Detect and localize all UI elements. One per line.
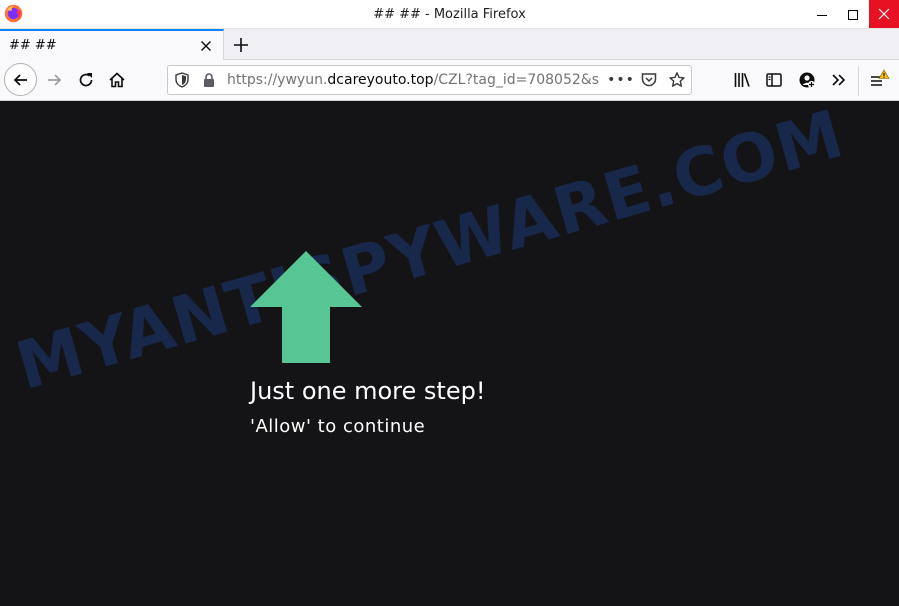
reload-button[interactable] bbox=[70, 64, 102, 96]
window-title: ## ## - Mozilla Firefox bbox=[373, 7, 526, 22]
toolbar-separator bbox=[858, 66, 859, 96]
lock-icon[interactable] bbox=[201, 72, 217, 88]
new-tab-button[interactable] bbox=[228, 32, 254, 58]
title-bar: ## ## - Mozilla Firefox bbox=[0, 0, 899, 29]
shield-icon[interactable] bbox=[174, 72, 190, 88]
overflow-button[interactable] bbox=[828, 69, 850, 91]
url-prefix: https://ywyun. bbox=[227, 72, 328, 88]
home-icon bbox=[109, 72, 125, 88]
nav-bar: https://ywyun.dcareyouto.top/CZL?tag_id=… bbox=[0, 60, 899, 101]
tab-active[interactable]: ## ## bbox=[0, 29, 224, 60]
page-content: MYANTISPYWARE.COM Just one more step! 'A… bbox=[0, 101, 899, 606]
url-text[interactable]: https://ywyun.dcareyouto.top/CZL?tag_id=… bbox=[227, 72, 607, 88]
sidebar-button[interactable] bbox=[763, 69, 785, 91]
up-arrow-icon bbox=[250, 251, 362, 363]
tab-close-icon bbox=[201, 41, 211, 51]
maximize-icon bbox=[848, 9, 858, 20]
headline: Just one more step! bbox=[250, 377, 486, 405]
reload-icon bbox=[79, 73, 93, 87]
library-button[interactable] bbox=[731, 69, 753, 91]
back-button[interactable] bbox=[4, 63, 37, 96]
sidebar-icon bbox=[766, 73, 782, 87]
new-tab-icon bbox=[234, 38, 248, 52]
forward-button[interactable] bbox=[38, 64, 70, 96]
close-window-button[interactable] bbox=[869, 0, 899, 28]
watermark-text: MYANTISPYWARE.COM bbox=[8, 101, 852, 406]
forward-icon bbox=[48, 74, 62, 86]
back-icon bbox=[13, 73, 27, 86]
pocket-icon[interactable] bbox=[640, 71, 658, 89]
minimize-icon bbox=[817, 14, 827, 16]
page-actions-button[interactable]: ••• bbox=[607, 70, 634, 90]
close-icon bbox=[878, 8, 890, 20]
account-icon bbox=[799, 72, 816, 89]
tab-strip: ## ## bbox=[0, 29, 899, 60]
url-bar[interactable]: https://ywyun.dcareyouto.top/CZL?tag_id=… bbox=[167, 65, 692, 95]
maximize-button[interactable] bbox=[838, 0, 868, 29]
menu-icon bbox=[871, 69, 890, 86]
home-button[interactable] bbox=[101, 64, 133, 96]
url-domain: dcareyouto.top bbox=[327, 72, 434, 88]
library-icon bbox=[734, 73, 750, 87]
star-icon[interactable] bbox=[668, 71, 686, 89]
tab-close-button[interactable] bbox=[197, 37, 215, 55]
account-button[interactable] bbox=[796, 69, 818, 91]
menu-button[interactable] bbox=[868, 69, 890, 91]
url-suffix: /CZL?tag_id=708052&s bbox=[433, 72, 599, 88]
minimize-button[interactable] bbox=[807, 0, 837, 29]
tab-title: ## ## bbox=[9, 38, 57, 53]
overflow-icon bbox=[832, 74, 846, 86]
subline: 'Allow' to continue bbox=[250, 416, 426, 437]
